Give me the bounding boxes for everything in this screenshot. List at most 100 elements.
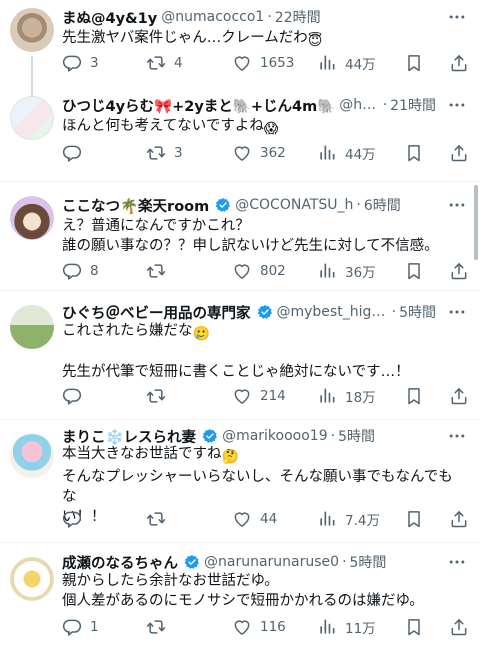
avatar[interactable]	[10, 96, 54, 140]
timestamp[interactable]: 6時間	[364, 195, 401, 215]
views-button[interactable]: 44万	[317, 142, 376, 164]
more-icon[interactable]	[446, 96, 468, 114]
views-button[interactable]: 18万	[317, 385, 376, 407]
more-icon[interactable]	[446, 303, 468, 321]
retweet-button[interactable]	[146, 260, 174, 282]
share-button[interactable]	[449, 142, 477, 164]
tweet[interactable]: まりこ❄️レスられ妻 @marikoooo19 · 5時間 本当大きなお世話です…	[0, 420, 480, 542]
retweet-icon	[146, 53, 166, 73]
bookmark-button[interactable]	[404, 616, 432, 638]
tweet-header: ひつじ4yらむ🎀+2yまと🐘+じん4m🐘 @hit... · 21時間	[62, 94, 436, 116]
tweet[interactable]: まぬ@4y&1y @numacocco1 · 22時間 先生激ヤバ案件じゃん…ク…	[0, 0, 480, 98]
avatar[interactable]	[10, 305, 54, 349]
share-button[interactable]	[449, 385, 477, 407]
timestamp[interactable]: 21時間	[390, 95, 436, 115]
heart-icon	[232, 261, 252, 281]
views-button[interactable]: 7.4万	[317, 508, 380, 530]
reply-button[interactable]	[62, 508, 90, 530]
reply-count: 8	[90, 263, 99, 279]
more-icon[interactable]	[446, 553, 468, 571]
retweet-button[interactable]: 3	[146, 142, 183, 164]
bookmark-button[interactable]	[404, 52, 432, 74]
retweet-button[interactable]: 4	[146, 52, 183, 74]
reply-button[interactable]: 3	[62, 52, 99, 74]
like-count: 802	[260, 263, 286, 279]
handle[interactable]: @COCONATSU_h	[235, 197, 353, 213]
views-button[interactable]: 44万	[317, 52, 376, 74]
scrollbar[interactable]	[474, 185, 478, 260]
tweet[interactable]: ここなつ🌴楽天room @COCONATSU_h · 6時間 え？普通になんです…	[0, 182, 480, 290]
reply-icon	[62, 143, 82, 163]
reply-button[interactable]	[62, 385, 90, 407]
tweet[interactable]: ひつじ4yらむ🎀+2yまと🐘+じん4m🐘 @hit... · 21時間 ほんと何…	[0, 90, 480, 180]
share-icon	[449, 386, 469, 406]
handle[interactable]: @narunarunaruse0	[204, 554, 339, 570]
retweet-icon	[146, 509, 166, 529]
bookmark-button[interactable]	[404, 142, 432, 164]
smiling-tear-emoji: 🥲	[192, 326, 210, 342]
handle[interactable]: @hit...	[339, 97, 379, 113]
display-name[interactable]: ここなつ🌴楽天room	[62, 195, 209, 216]
tweet[interactable]: ひぐち＠ベビー用品の専門家 @mybest_higuchi · 5時間 これされ…	[0, 291, 480, 419]
views-button[interactable]: 11万	[317, 616, 376, 638]
views-icon	[317, 53, 337, 73]
avatar[interactable]	[10, 196, 54, 240]
action-bar: 3 362 44万	[62, 142, 472, 164]
heart-icon	[232, 386, 252, 406]
like-button[interactable]: 1653	[232, 52, 294, 74]
display-name[interactable]: 成瀬のなるちゃん	[62, 552, 178, 573]
retweet-icon	[146, 143, 166, 163]
reply-button[interactable]: 8	[62, 260, 99, 282]
like-button[interactable]: 362	[232, 142, 286, 164]
share-icon	[449, 143, 469, 163]
tweet[interactable]: 成瀬のなるちゃん @narunarunaruse0 · 5時間 親からしたら余計…	[0, 543, 480, 649]
share-icon	[449, 53, 469, 73]
timestamp[interactable]: 5時間	[350, 552, 387, 572]
views-icon	[317, 261, 337, 281]
share-button[interactable]	[449, 508, 477, 530]
like-button[interactable]: 44	[232, 508, 277, 530]
handle[interactable]: @mybest_higuchi	[277, 304, 389, 320]
dot-separator: ·	[391, 304, 397, 320]
timestamp[interactable]: 5時間	[338, 426, 375, 446]
retweet-button[interactable]	[146, 385, 174, 407]
more-icon[interactable]	[446, 427, 468, 445]
handle[interactable]: @numacocco1	[161, 9, 264, 25]
avatar[interactable]	[10, 434, 54, 478]
retweet-icon	[146, 617, 166, 637]
views-button[interactable]: 36万	[317, 260, 376, 282]
share-icon	[449, 261, 469, 281]
like-button[interactable]: 802	[232, 260, 286, 282]
share-button[interactable]	[449, 52, 477, 74]
dot-separator: ·	[267, 9, 272, 25]
display-name[interactable]: まぬ@4y&1y	[62, 7, 157, 28]
retweet-button[interactable]	[146, 616, 174, 638]
bookmark-button[interactable]	[404, 508, 432, 530]
avatar[interactable]	[10, 8, 54, 52]
views-icon	[317, 143, 337, 163]
view-count: 44万	[345, 147, 376, 163]
view-count: 18万	[345, 390, 376, 406]
like-count: 362	[260, 145, 286, 161]
reply-button[interactable]	[62, 142, 90, 164]
tweet-header: ひぐち＠ベビー用品の専門家 @mybest_higuchi · 5時間	[62, 301, 436, 323]
like-button[interactable]: 214	[232, 385, 286, 407]
heart-icon	[232, 143, 252, 163]
timestamp[interactable]: 22時間	[275, 7, 321, 27]
verified-badge-icon	[184, 554, 200, 570]
bookmark-button[interactable]	[404, 260, 432, 282]
bookmark-button[interactable]	[404, 385, 432, 407]
handle[interactable]: @marikoooo19	[222, 428, 328, 444]
more-icon[interactable]	[446, 8, 468, 26]
avatar[interactable]	[10, 557, 54, 601]
like-button[interactable]: 116	[232, 616, 286, 638]
share-button[interactable]	[449, 260, 477, 282]
display-name[interactable]: ひつじ4yらむ🎀+2yまと🐘+じん4m🐘	[62, 95, 335, 116]
reply-button[interactable]: 1	[62, 616, 99, 638]
retweet-button[interactable]	[146, 508, 174, 530]
share-button[interactable]	[449, 616, 477, 638]
timestamp[interactable]: 5時間	[399, 302, 436, 322]
more-icon[interactable]	[446, 196, 468, 214]
action-bar: 3 4 1653 44万	[62, 52, 472, 74]
display-name[interactable]: ひぐち＠ベビー用品の専門家	[62, 302, 251, 323]
